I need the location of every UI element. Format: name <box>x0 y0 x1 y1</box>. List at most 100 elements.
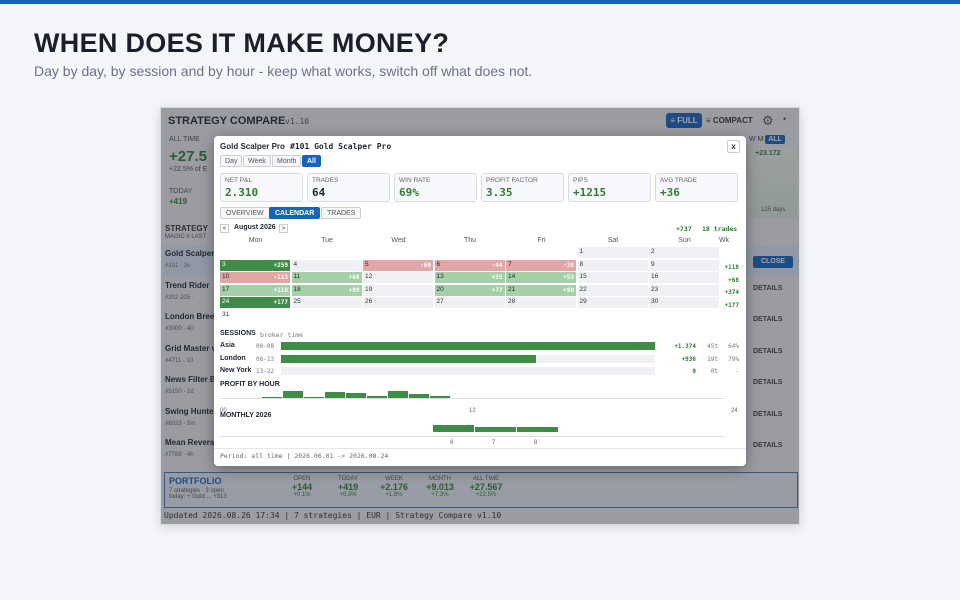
calendar-day[interactable]: 6 -44 <box>434 259 505 271</box>
day-number: 6 <box>436 260 441 268</box>
day-number: 28 <box>508 298 516 305</box>
day-number: 3 <box>222 260 226 268</box>
calendar-day[interactable]: 19 <box>363 284 433 296</box>
day-number: 18 <box>293 285 301 293</box>
period-week[interactable]: Week <box>243 155 271 167</box>
calendar-day[interactable]: 11 +68 <box>291 272 362 283</box>
day-number: 12 <box>365 273 373 280</box>
kpi-label: TRADES <box>312 177 339 184</box>
tab-trades[interactable]: TRADES <box>321 207 362 219</box>
session-pnl: 0 <box>692 368 696 375</box>
modal-strategy-name: Gold Scalper Pro <box>220 142 285 151</box>
tab-calendar[interactable]: CALENDAR <box>269 207 321 219</box>
kpi-card: PROFIT FACTOR 3.35 <box>481 173 564 202</box>
day-pnl: -60 <box>420 261 431 269</box>
hour-axis-24: 24 <box>731 408 738 414</box>
calendar-day[interactable]: 8 <box>577 259 648 271</box>
calendar-day[interactable]: 4 <box>291 259 362 271</box>
calendar-day[interactable]: 1 <box>577 247 648 258</box>
calendar-day[interactable]: 30 <box>649 297 719 308</box>
calendar-day[interactable]: 10 -113 <box>220 272 290 283</box>
monthly-label: 6 <box>450 440 454 446</box>
period-day[interactable]: Day <box>220 155 243 167</box>
kpi-label: PROFIT FACTOR <box>486 177 538 184</box>
sessions-note: broker time <box>260 331 304 339</box>
kpi-card: NET P&L 2.310 <box>220 173 303 202</box>
kpi-card: AVG TRADE +36 <box>655 173 738 202</box>
monthly-baseline <box>220 436 724 437</box>
day-pnl: +77 <box>491 286 503 294</box>
calendar-day[interactable]: 12 <box>363 272 433 283</box>
month-trades: 18 trades <box>702 225 738 233</box>
hour-bar <box>409 393 429 398</box>
period-month[interactable]: Month <box>272 155 302 167</box>
calendar-day[interactable]: 21 +90 <box>506 284 576 296</box>
weekday-header: Thu <box>463 237 477 244</box>
calendar-day[interactable]: 26 <box>363 297 433 308</box>
day-number: 20 <box>436 285 444 293</box>
calendar-day[interactable]: 3 +259 <box>220 259 290 271</box>
session-bar-track <box>281 342 655 350</box>
top-accent-bar <box>0 0 960 4</box>
calendar-day[interactable]: 16 <box>649 272 719 283</box>
calendar-day[interactable]: 17 +118 <box>220 284 290 296</box>
calendar-day[interactable]: 20 +77 <box>434 284 505 296</box>
week-total: +374 <box>724 289 739 296</box>
calendar-day[interactable]: 18 +89 <box>291 284 362 296</box>
tab-overview[interactable]: OVERVIEW <box>220 207 270 219</box>
day-pnl: -44 <box>491 261 503 269</box>
kpi-card: PIPS +1215 <box>568 173 651 202</box>
session-pnl: +936 <box>681 355 696 363</box>
hour-bar <box>262 396 282 398</box>
day-number: 17 <box>222 285 230 293</box>
monthly-bar <box>433 425 474 432</box>
day-number: 5 <box>365 260 369 268</box>
calendar-day[interactable]: 24 +177 <box>220 297 290 308</box>
session-winrate: 64% <box>728 343 739 350</box>
calendar-day[interactable]: 13 +59 <box>434 272 505 283</box>
calendar-day[interactable]: 7 -38 <box>506 259 576 271</box>
session-bar-track <box>281 354 655 363</box>
session-hours: 08-13 <box>256 355 275 363</box>
weekday-header: Fri <box>537 237 546 244</box>
day-number: 11 <box>293 273 301 280</box>
session-bar <box>281 354 536 363</box>
calendar-day[interactable]: 29 <box>577 297 648 308</box>
calendar-day[interactable]: 14 +53 <box>506 272 576 283</box>
weekday-header: Tue <box>321 237 333 244</box>
hour-bar <box>283 391 303 398</box>
next-month-button[interactable]: > <box>279 224 288 233</box>
day-pnl: +53 <box>563 274 574 281</box>
calendar-day[interactable]: 22 <box>577 284 648 296</box>
calendar-day[interactable]: 25 <box>291 297 362 308</box>
session-name: Asia <box>220 342 235 349</box>
week-total: +118 <box>724 264 739 271</box>
calendar-day[interactable]: 31 <box>220 310 290 321</box>
prev-month-button[interactable]: < <box>220 224 229 233</box>
kpi-value: 64 <box>312 186 326 199</box>
day-pnl: +259 <box>273 261 288 269</box>
week-total: +68 <box>728 276 739 284</box>
hero-title: WHEN DOES IT MAKE MONEY? <box>34 28 450 58</box>
calendar-day[interactable]: 9 <box>649 259 719 271</box>
session-winrate: 79% <box>728 355 739 363</box>
calendar-day[interactable]: 2 <box>649 247 719 258</box>
day-number: 23 <box>651 285 659 293</box>
calendar-day[interactable]: 27 <box>434 297 505 308</box>
day-number: 25 <box>293 298 301 305</box>
calendar-day[interactable]: 28 <box>506 297 576 308</box>
monthly-label: 7 <box>492 440 496 446</box>
day-number: 10 <box>222 273 230 280</box>
day-number: 8 <box>579 260 584 268</box>
calendar-day[interactable]: 23 <box>649 284 719 296</box>
day-number: 14 <box>508 273 516 280</box>
month-label: August 2026 <box>234 224 276 231</box>
weekday-header: Wk <box>718 237 730 244</box>
session-hours: 13-22 <box>256 368 275 375</box>
day-number: 7 <box>508 260 512 268</box>
hour-bar <box>367 395 387 398</box>
close-icon[interactable]: x <box>727 140 740 153</box>
period-all[interactable]: All <box>302 155 321 167</box>
calendar-day[interactable]: 5 -60 <box>363 259 433 271</box>
calendar-day[interactable]: 15 <box>577 272 648 283</box>
